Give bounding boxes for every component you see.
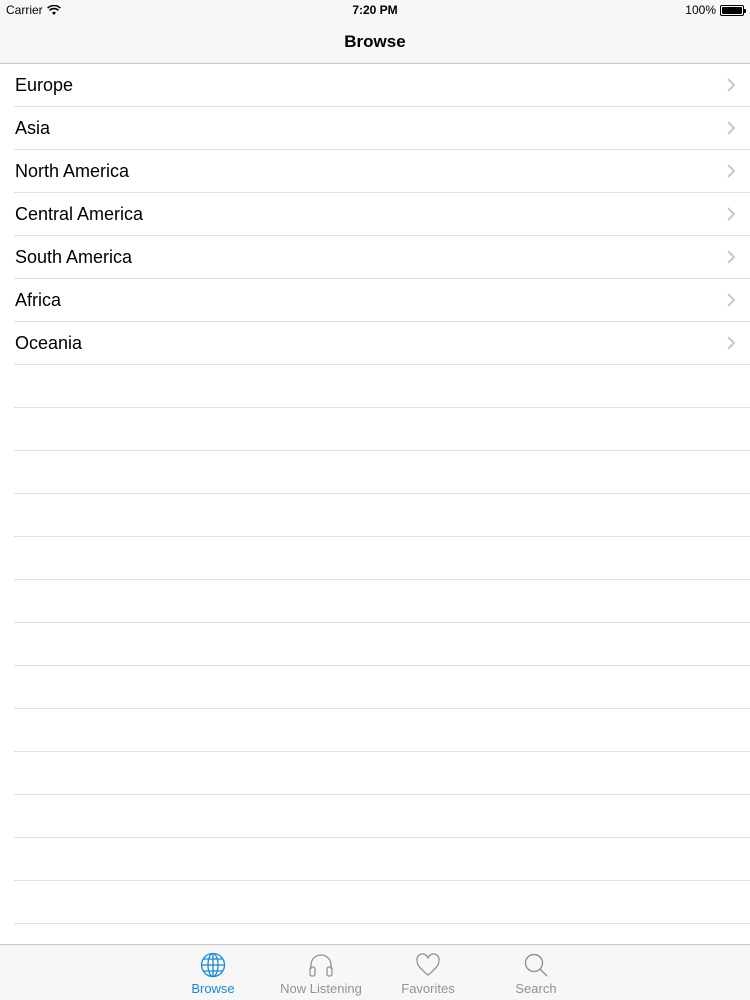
list-item-label: Asia bbox=[15, 118, 51, 138]
empty-row bbox=[14, 752, 750, 795]
list-item-label: South America bbox=[15, 247, 133, 267]
chevron-right-icon bbox=[727, 207, 736, 221]
status-time: 7:20 PM bbox=[352, 3, 398, 17]
region-list: Europe Asia North America Central Americ… bbox=[0, 64, 750, 944]
list-item-label: Europe bbox=[15, 75, 74, 95]
chevron-right-icon bbox=[727, 78, 736, 92]
chevron-right-icon bbox=[727, 250, 736, 264]
globe-icon bbox=[200, 952, 226, 978]
navigation-bar: Browse bbox=[0, 20, 750, 64]
chevron-right-icon bbox=[727, 336, 736, 350]
empty-row bbox=[14, 795, 750, 838]
empty-row bbox=[14, 709, 750, 752]
empty-row bbox=[14, 494, 750, 537]
chevron-right-icon bbox=[727, 121, 736, 135]
tab-label: Search bbox=[515, 981, 557, 996]
tab-bar: Browse Now Listening Favorites Search bbox=[0, 944, 750, 1000]
list-item-label: North America bbox=[15, 161, 130, 181]
heart-icon bbox=[416, 953, 440, 976]
page-title: Browse bbox=[344, 32, 406, 51]
list-item-oceania[interactable]: Oceania bbox=[14, 322, 750, 365]
tab-now-listening[interactable]: Now Listening bbox=[267, 951, 375, 999]
list-item-central-america[interactable]: Central America bbox=[14, 193, 750, 236]
battery-percent: 100% bbox=[685, 3, 716, 17]
list-item-south-america[interactable]: South America bbox=[14, 236, 750, 279]
empty-row bbox=[14, 537, 750, 580]
empty-row bbox=[14, 408, 750, 451]
tab-label: Now Listening bbox=[280, 981, 362, 996]
empty-row bbox=[14, 451, 750, 494]
magnifier-icon bbox=[524, 953, 548, 977]
list-item-europe[interactable]: Europe bbox=[14, 64, 750, 107]
empty-row bbox=[14, 623, 750, 666]
tab-label: Favorites bbox=[401, 981, 455, 996]
tab-label: Browse bbox=[191, 981, 235, 996]
list-item-asia[interactable]: Asia bbox=[14, 107, 750, 150]
chevron-right-icon bbox=[727, 293, 736, 307]
tab-favorites[interactable]: Favorites bbox=[374, 951, 482, 999]
tab-search[interactable]: Search bbox=[482, 951, 590, 999]
empty-row bbox=[14, 580, 750, 623]
battery-indicator: 100% bbox=[685, 3, 746, 17]
battery-icon bbox=[720, 4, 746, 16]
empty-row bbox=[14, 838, 750, 881]
status-bar: Carrier 7:20 PM 100% bbox=[0, 0, 750, 20]
empty-row bbox=[14, 365, 750, 408]
list-item-label: Oceania bbox=[15, 333, 83, 353]
headphones-icon bbox=[309, 954, 333, 977]
empty-row bbox=[14, 666, 750, 709]
list-item-label: Africa bbox=[15, 290, 62, 310]
list-item-north-america[interactable]: North America bbox=[14, 150, 750, 193]
empty-row bbox=[14, 881, 750, 924]
tab-browse[interactable]: Browse bbox=[159, 951, 267, 999]
list-item-label: Central America bbox=[15, 204, 144, 224]
list-item-africa[interactable]: Africa bbox=[14, 279, 750, 322]
chevron-right-icon bbox=[727, 164, 736, 178]
